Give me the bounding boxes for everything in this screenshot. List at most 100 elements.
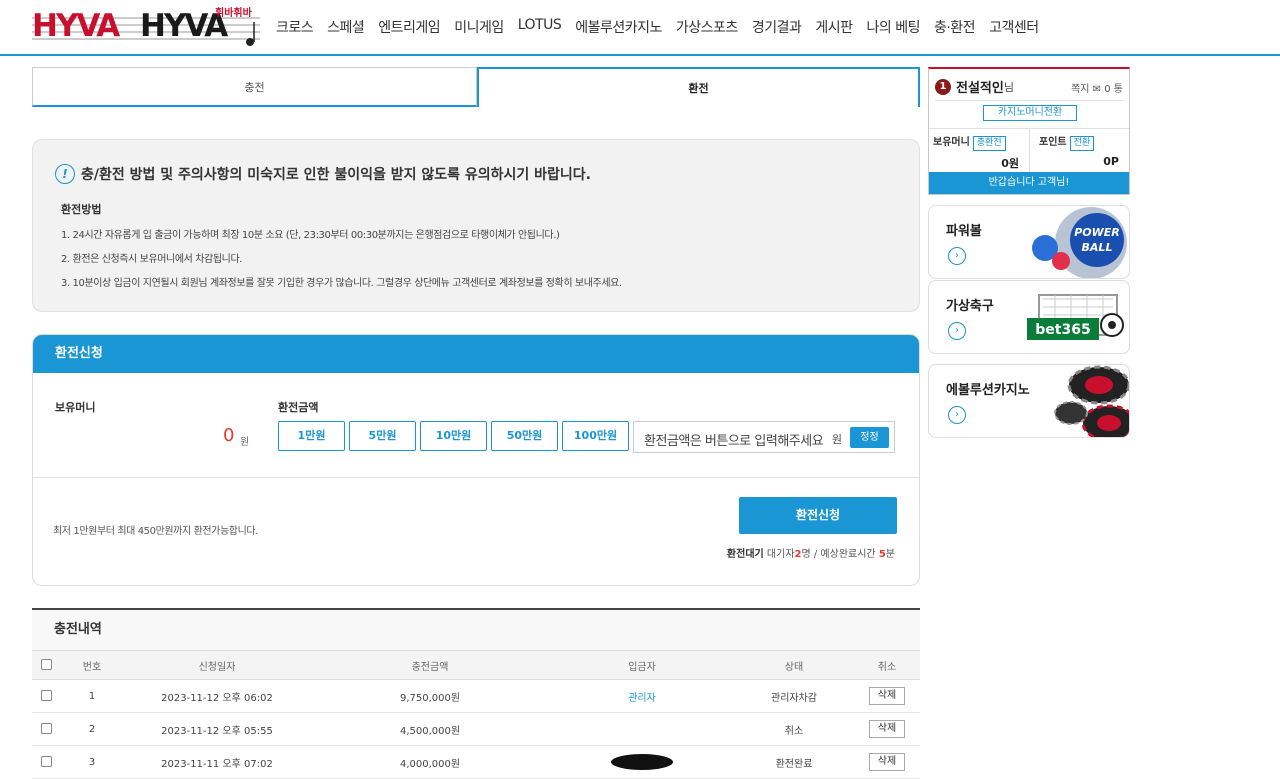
casino-chips-icon (1054, 365, 1129, 437)
row-date: 2023-11-12 오후 06:02 (124, 679, 310, 713)
row-delete-button[interactable]: 삭제 (869, 687, 905, 705)
tab-exchange[interactable]: 환전 (477, 67, 920, 107)
logo-subtitle: 휘바휘바 (215, 8, 252, 19)
nav-item-special[interactable]: 스페셜 (327, 17, 365, 37)
amount-button-50k[interactable]: 5만원 (349, 421, 416, 451)
charge-history: 충전내역 번호 신청일자 충전금액 입금자 상태 취소 1 2023-11-12… (32, 608, 920, 779)
exchange-range-text: 최저 1만원부터 최대 450만원까지 환전가능합니다. (53, 526, 258, 537)
exchange-amount-input[interactable]: 환전금액은 버튼으로 입력해주세요 원 정정 (633, 421, 895, 453)
divider (1029, 129, 1030, 173)
row-status: 환전완료 (734, 745, 854, 779)
svg-text:bet365: bet365 (1035, 322, 1090, 338)
main-nav: 크로스 스페셜 엔트리게임 미니게임 LOTUS 에볼루션카지노 가상스포츠 경… (276, 17, 1053, 37)
held-money-unit: 원 (240, 437, 250, 448)
row-no: 1 (60, 679, 124, 713)
message-count-value: 0 통 (1104, 84, 1123, 95)
exchange-submit-button[interactable]: 환전신청 (739, 497, 897, 534)
charge-exchange-tabs: 충전 환전 (32, 67, 920, 107)
redaction-mark (611, 754, 673, 770)
notice-line-3: 3. 10분이상 입금이 지연될시 회원님 계좌정보를 잘못 기입한 경우가 많… (61, 278, 622, 289)
col-date: 신청일자 (124, 650, 310, 680)
exchange-amount-label: 환전금액 (278, 401, 319, 414)
user-name-suffix: 님 (1003, 80, 1014, 94)
row-delete-button[interactable]: 삭제 (869, 753, 905, 771)
promo-virtual-soccer[interactable]: 가상축구 › bet365 (928, 280, 1130, 354)
wait-time: 5 (878, 549, 886, 560)
promo-powerball[interactable]: 파워볼 › POWER BALL (928, 205, 1130, 279)
wait-count: 2 (794, 549, 802, 560)
col-cancel: 취소 (854, 650, 920, 680)
notice-heading-text: 충/환전 방법 및 주의사항의 미숙지로 인한 불이익을 받지 않도록 유의하시… (81, 167, 591, 183)
nav-item-entry-game[interactable]: 엔트리게임 (378, 17, 440, 37)
message-count[interactable]: 쪽지 ✉ 0 통 (1071, 80, 1123, 95)
nav-item-support[interactable]: 고객센터 (989, 17, 1039, 37)
amount-button-500k[interactable]: 50만원 (491, 421, 558, 451)
row-checkbox[interactable] (40, 723, 52, 735)
held-money-col: 보유머니 충환전 (933, 133, 1006, 151)
message-label: 쪽지 (1071, 84, 1090, 95)
mail-icon: ✉ (1092, 84, 1102, 95)
table-row: 1 2023-11-12 오후 06:02 9,750,000원 관리자 관리자… (32, 679, 920, 713)
nav-item-mini-game[interactable]: 미니게임 (454, 17, 504, 37)
sidebar-point-label: 포인트 (1039, 137, 1067, 148)
col-amount: 충전금액 (310, 650, 550, 680)
amount-reset-button[interactable]: 정정 (850, 427, 889, 448)
row-checkbox[interactable] (40, 756, 52, 768)
promo-evolution-casino[interactable]: 에볼루션카지노 › (928, 364, 1130, 438)
table-row: 2 2023-11-12 오후 05:55 4,500,000원 취소 삭제 (32, 712, 920, 746)
row-checkbox[interactable] (40, 690, 52, 702)
nav-item-board[interactable]: 게시판 (815, 17, 853, 37)
nav-item-cross[interactable]: 크로스 (276, 17, 314, 37)
promo-title: 가상축구 (946, 299, 994, 314)
nav-item-virtual-sports[interactable]: 가상스포츠 (676, 17, 738, 37)
sidebar-point-value: 0P (1103, 155, 1119, 168)
history-title: 충전내역 (32, 610, 920, 650)
nav-item-lotus[interactable]: LOTUS (518, 17, 562, 37)
col-no: 번호 (60, 650, 124, 680)
amount-button-10k[interactable]: 1만원 (278, 421, 345, 451)
row-delete-button[interactable]: 삭제 (869, 720, 905, 738)
select-all-checkbox[interactable] (40, 659, 52, 671)
row-no: 3 (60, 745, 124, 779)
charge-exchange-mini-button[interactable]: 충환전 (972, 136, 1006, 151)
exclamation-icon: ! (55, 164, 75, 184)
row-date: 2023-11-11 오후 07:02 (124, 745, 310, 779)
row-status: 취소 (734, 712, 854, 746)
col-status: 상태 (734, 650, 854, 680)
chevron-right-icon: › (948, 247, 966, 265)
wait-mid: 명 / 예상완료시간 (801, 549, 876, 560)
notice-heading: ! 충/환전 방법 및 주의사항의 미숙지로 인한 불이익을 받지 않도록 유의… (55, 164, 591, 184)
row-date: 2023-11-12 오후 05:55 (124, 712, 310, 746)
row-amount: 4,500,000원 (310, 712, 550, 746)
row-status: 관리자차감 (734, 679, 854, 713)
svg-text:POWER: POWER (1074, 226, 1120, 239)
row-no: 2 (60, 712, 124, 746)
amount-button-1m[interactable]: 100만원 (562, 421, 629, 451)
user-info-box: 1 전설적인 님 쪽지 ✉ 0 통 카지노머니전환 보유머니 충환전 포인트 전환 0… (928, 67, 1130, 195)
nav-item-results[interactable]: 경기결과 (752, 17, 802, 37)
user-name-text: 전설적인 (956, 81, 1004, 96)
amount-button-100k[interactable]: 10만원 (420, 421, 487, 451)
row-amount: 4,000,000원 (310, 745, 550, 779)
point-col: 포인트 전환 (1039, 133, 1095, 151)
notice-line-1: 1. 24시간 자유롭게 입 출금이 가능하며 최장 10분 소요 (단, 23… (61, 230, 560, 241)
nav-item-evolution-casino[interactable]: 에볼루션카지노 (575, 17, 662, 37)
row-depositor[interactable]: 관리자 (550, 679, 734, 713)
notice-line-2: 2. 환전은 신청즉시 보유머니에서 차감됩니다. (61, 254, 243, 265)
held-money-label: 보유머니 (55, 401, 96, 414)
tab-charge[interactable]: 충전 (32, 67, 477, 107)
user-name: 1 전설적인 님 (935, 77, 1014, 96)
bet365-soccer-icon: bet365 (1027, 294, 1124, 340)
table-header-row: 번호 신청일자 충전금액 입금자 상태 취소 (32, 650, 920, 680)
nav-item-my-bets[interactable]: 나의 베팅 (866, 17, 920, 37)
casino-money-convert-button[interactable]: 카지노머니전환 (983, 105, 1077, 121)
held-money-value: 0 (223, 425, 235, 446)
site-logo[interactable]: HYVA HYVA 휘바휘바 (32, 4, 260, 50)
wait-label: 환전대기 (726, 549, 764, 560)
divider (935, 100, 1123, 101)
table-row: 3 2023-11-11 오후 07:02 4,000,000원 환전완료 삭제 (32, 745, 920, 779)
point-convert-mini-button[interactable]: 전환 (1069, 136, 1095, 151)
row-amount: 9,750,000원 (310, 679, 550, 713)
nav-item-charge-exchange[interactable]: 충·환전 (934, 17, 976, 37)
logo-word-1: HYVA (32, 8, 120, 44)
